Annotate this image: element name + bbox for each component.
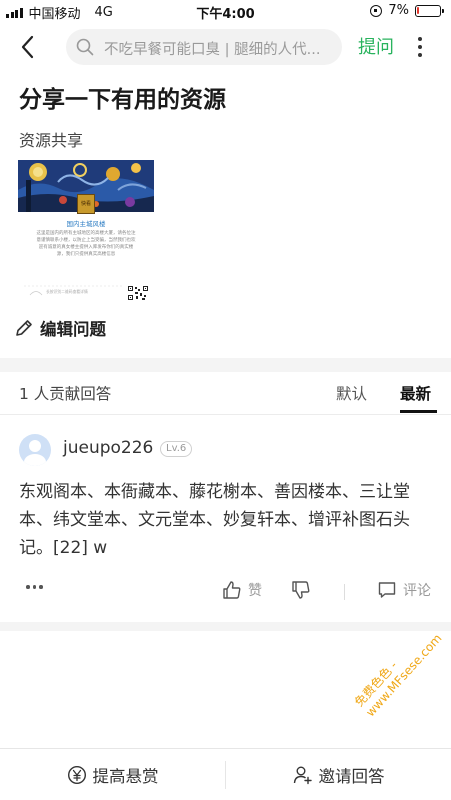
more-menu-button[interactable] bbox=[412, 34, 428, 60]
edit-question-label: 编辑问题 bbox=[40, 320, 106, 339]
battery-icon bbox=[415, 4, 444, 17]
active-tab-indicator bbox=[400, 410, 437, 413]
section-divider bbox=[0, 358, 451, 372]
search-icon bbox=[76, 38, 94, 56]
answer-username[interactable]: jueupo226 bbox=[63, 438, 153, 458]
question-image[interactable]: 快看 国内主城风楼 这里是国内的所有主城地区的高楼大厦，请各位注意谨慎联系小楼，… bbox=[18, 160, 154, 302]
avatar-head-icon bbox=[29, 440, 41, 452]
edit-question-button[interactable]: 编辑问题 bbox=[14, 316, 106, 340]
action-separator bbox=[344, 584, 345, 600]
section-divider-bottom bbox=[0, 622, 451, 631]
invite-answer-label: 邀请回答 bbox=[318, 767, 385, 786]
raise-reward-label: 提高悬赏 bbox=[92, 767, 159, 786]
status-bar: 中国移动 4G 下午4:00 7% bbox=[0, 0, 451, 22]
nav-bar: 不吃早餐可能口臭 | 腿细的人代... 提问 bbox=[0, 26, 451, 68]
chevron-left-icon bbox=[21, 35, 34, 59]
watermark-line-1: 免费色色 - bbox=[352, 658, 400, 710]
thumbs-down-icon bbox=[292, 581, 310, 599]
answer-text[interactable]: 东观阁本、本衙藏本、藤花榭本、善因楼本、三让堂本、纬文堂本、文元堂本、妙复轩本、… bbox=[19, 478, 435, 562]
raise-reward-button[interactable]: 提高悬赏 bbox=[0, 749, 225, 800]
more-dots-icon bbox=[26, 585, 30, 589]
orientation-lock-icon bbox=[370, 4, 383, 17]
search-placeholder: 不吃早餐可能口臭 | 腿细的人代... bbox=[104, 42, 321, 58]
poster-logo: 快看 bbox=[77, 194, 95, 214]
dislike-button[interactable] bbox=[291, 580, 311, 604]
comment-label: 评论 bbox=[403, 583, 431, 599]
search-box[interactable]: 不吃早餐可能口臭 | 腿细的人代... bbox=[66, 29, 342, 65]
question-description: 资源共享 bbox=[19, 131, 84, 150]
question-title: 分享一下有用的资源 bbox=[19, 87, 226, 113]
battery-fill bbox=[417, 6, 419, 14]
avatar-body-icon bbox=[24, 454, 46, 466]
comment-button[interactable]: 评论 bbox=[377, 580, 431, 600]
bottom-toolbar: 提高悬赏 邀请回答 bbox=[0, 748, 451, 800]
comment-icon bbox=[378, 582, 396, 598]
yuan-coin-icon bbox=[67, 765, 86, 785]
sort-latest-tab[interactable]: 最新 bbox=[400, 382, 431, 404]
pencil-icon bbox=[16, 320, 32, 336]
answer-count: 1 人贡献回答 bbox=[19, 385, 112, 403]
answer-more-button[interactable] bbox=[26, 585, 43, 589]
ask-button[interactable]: 提问 bbox=[358, 33, 394, 59]
status-right: 7% bbox=[370, 3, 444, 18]
more-dots-icon bbox=[418, 37, 422, 41]
battery-percent: 7% bbox=[388, 3, 409, 18]
qr-code-icon bbox=[128, 286, 148, 300]
back-button[interactable] bbox=[14, 32, 44, 62]
add-user-icon bbox=[293, 766, 312, 785]
level-badge: Lv.6 bbox=[160, 441, 193, 457]
poster-text: 这里是国内的所有主城地区的高楼大厦，请各位注意谨慎联系小楼，以防止上当受骗，当然… bbox=[36, 231, 136, 257]
like-label: 赞 bbox=[248, 583, 262, 599]
sort-default-tab[interactable]: 默认 bbox=[336, 382, 367, 404]
avatar[interactable] bbox=[19, 434, 51, 466]
poster-title: 国内主城风楼 bbox=[66, 220, 106, 228]
poster-footer-text: 长按识别二维码查看详情 bbox=[46, 289, 88, 294]
header-divider bbox=[0, 414, 451, 415]
like-button[interactable]: 赞 bbox=[222, 580, 262, 600]
thumbs-up-icon bbox=[223, 581, 241, 599]
